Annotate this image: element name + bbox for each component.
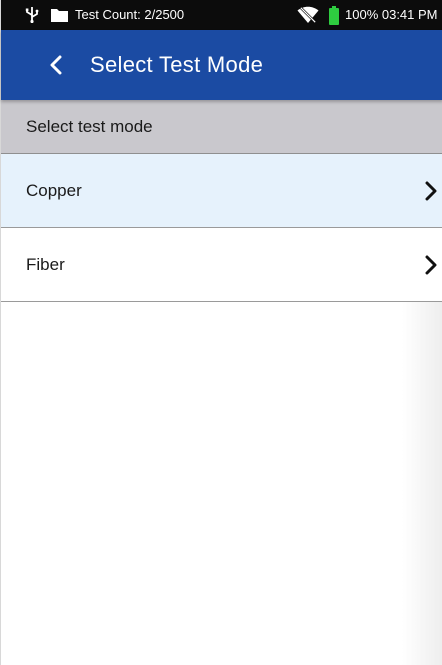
battery-icon	[329, 6, 339, 25]
status-bar: Test Count: 2/2500 100% 03:41 PM	[1, 0, 442, 30]
battery-time-text: 100% 03:41 PM	[345, 7, 438, 22]
section-header: Select test mode	[1, 100, 442, 154]
usb-icon	[25, 7, 39, 23]
chevron-right-icon	[425, 181, 437, 201]
option-fiber-label: Fiber	[26, 255, 65, 274]
test-count-text: Test Count: 2/2500	[75, 7, 185, 22]
screen: Test Count: 2/2500 100% 03:41 PM Select …	[0, 0, 442, 665]
option-copper-label: Copper	[26, 181, 82, 200]
option-copper[interactable]: Copper	[1, 154, 442, 228]
folder-icon	[51, 9, 68, 22]
wifi-off-icon	[297, 6, 319, 24]
option-fiber[interactable]: Fiber	[1, 228, 442, 302]
section-header-label: Select test mode	[26, 117, 153, 136]
chevron-right-icon	[425, 255, 437, 275]
chevron-left-icon[interactable]	[49, 55, 63, 75]
scroll-fade-edge	[402, 302, 442, 665]
page-title: Select Test Mode	[90, 52, 264, 77]
app-bar: Select Test Mode	[1, 30, 442, 100]
